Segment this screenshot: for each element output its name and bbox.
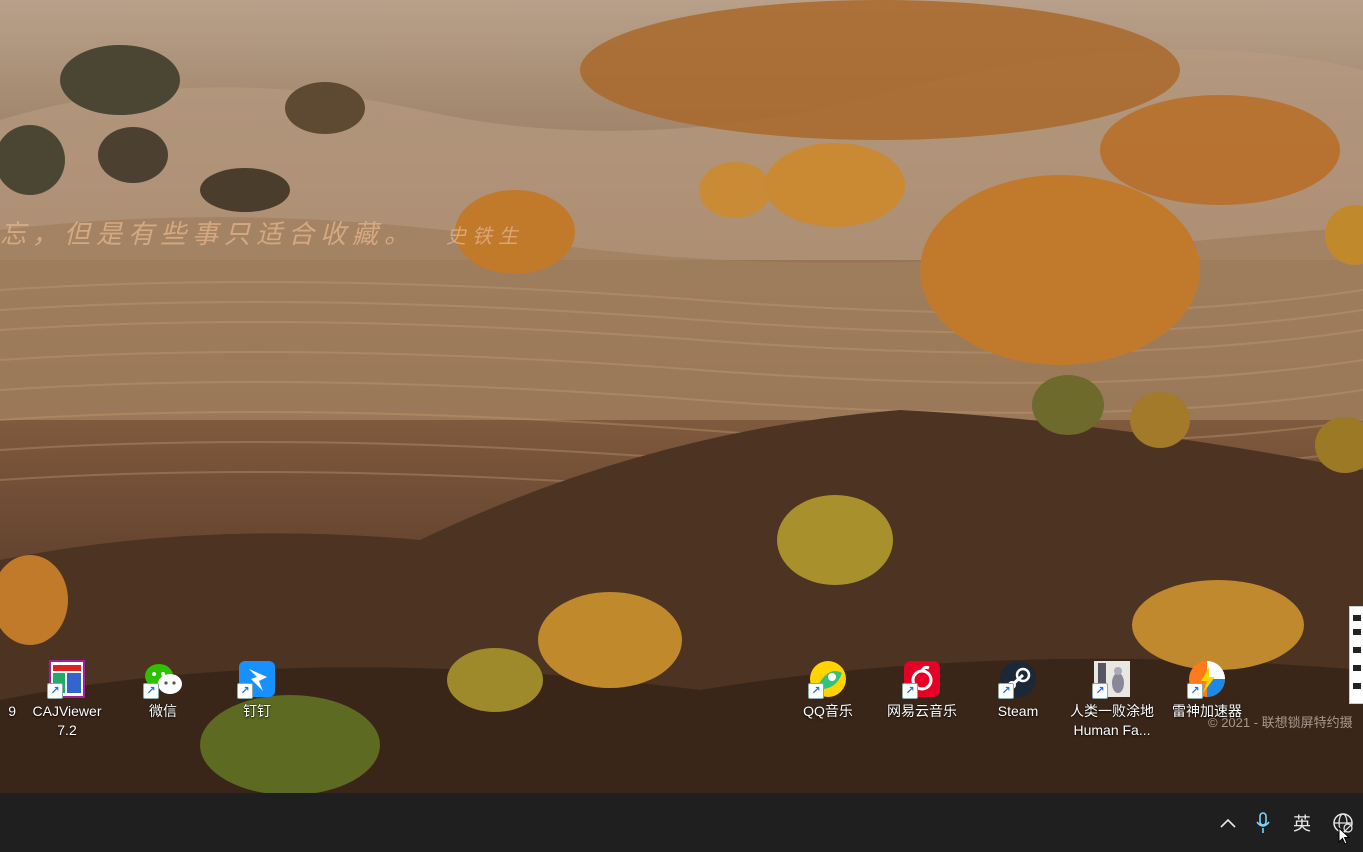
desktop-icon-cajviewer[interactable]: ↗ CAJViewer 7.2 — [22, 656, 112, 740]
shortcut-arrow-icon: ↗ — [808, 683, 824, 699]
desktop-icon-label: 微信 — [149, 703, 177, 719]
desktop-icon-label: QQ音乐 — [803, 703, 853, 719]
shortcut-arrow-icon: ↗ — [998, 683, 1014, 699]
quote-signature: 史铁生 — [446, 224, 525, 248]
desktop-icon-label: 雷神加速器 — [1172, 703, 1242, 719]
desktop-icon-label: 网易云音乐 — [887, 703, 957, 719]
human-fall-flat-icon: ↗ — [1092, 659, 1132, 699]
wechat-icon: ↗ — [143, 659, 183, 699]
desktop-icon-label: Steam — [997, 703, 1039, 719]
netease-music-icon: ↗ — [902, 659, 942, 699]
shortcut-arrow-icon: ↗ — [47, 683, 63, 699]
desktop-icon-qqmusic[interactable]: ↗ QQ音乐 — [783, 656, 873, 721]
qr-code — [1349, 606, 1363, 704]
desktop-icon-label: CAJViewer 7.2 — [32, 703, 102, 738]
desktop-icon-dingtalk[interactable]: ↗ 钉钉 — [212, 656, 302, 721]
shortcut-arrow-icon: ↗ — [1187, 683, 1203, 699]
quote-text: 忘，但是有些事只适合收藏。 — [0, 220, 417, 250]
microphone-icon — [1256, 811, 1270, 833]
desktop-icon-leishen[interactable]: ↗ 雷神加速器 — [1162, 656, 1252, 721]
shortcut-arrow-icon: ↗ — [1092, 683, 1108, 699]
show-hidden-icons-button[interactable] — [1212, 793, 1244, 852]
desktop-icon-wechat[interactable]: ↗ 微信 — [118, 656, 208, 721]
qq-music-icon: ↗ — [808, 659, 848, 699]
desktop-icon-steam[interactable]: ↗ Steam — [973, 656, 1063, 721]
taskbar: 英 — [0, 793, 1363, 852]
chevron-up-icon — [1220, 818, 1236, 828]
ime-language-button[interactable]: 英 — [1284, 793, 1320, 852]
shortcut-arrow-icon: ↗ — [237, 683, 253, 699]
shortcut-arrow-icon: ↗ — [902, 683, 918, 699]
cajviewer-icon: ↗ — [47, 659, 87, 699]
microphone-button[interactable] — [1248, 793, 1278, 852]
wallpaper-quote: 忘，但是有些事只适合收藏。 史铁生 — [0, 214, 524, 251]
mouse-cursor-icon — [1338, 827, 1350, 845]
desktop-icon-human-fall-flat[interactable]: ↗ 人类一败涂地 Human Fa... — [1067, 656, 1157, 740]
steam-icon: ↗ — [998, 659, 1038, 699]
desktop-icon-label: 人类一败涂地 Human Fa... — [1070, 703, 1154, 738]
leishen-accelerator-icon: ↗ — [1187, 659, 1227, 699]
desktop-icon-label: 钉钉 — [243, 703, 271, 719]
shortcut-arrow-icon: ↗ — [143, 683, 159, 699]
dingtalk-icon: ↗ — [237, 659, 277, 699]
desktop-icon-netease[interactable]: ↗ 网易云音乐 — [877, 656, 967, 721]
